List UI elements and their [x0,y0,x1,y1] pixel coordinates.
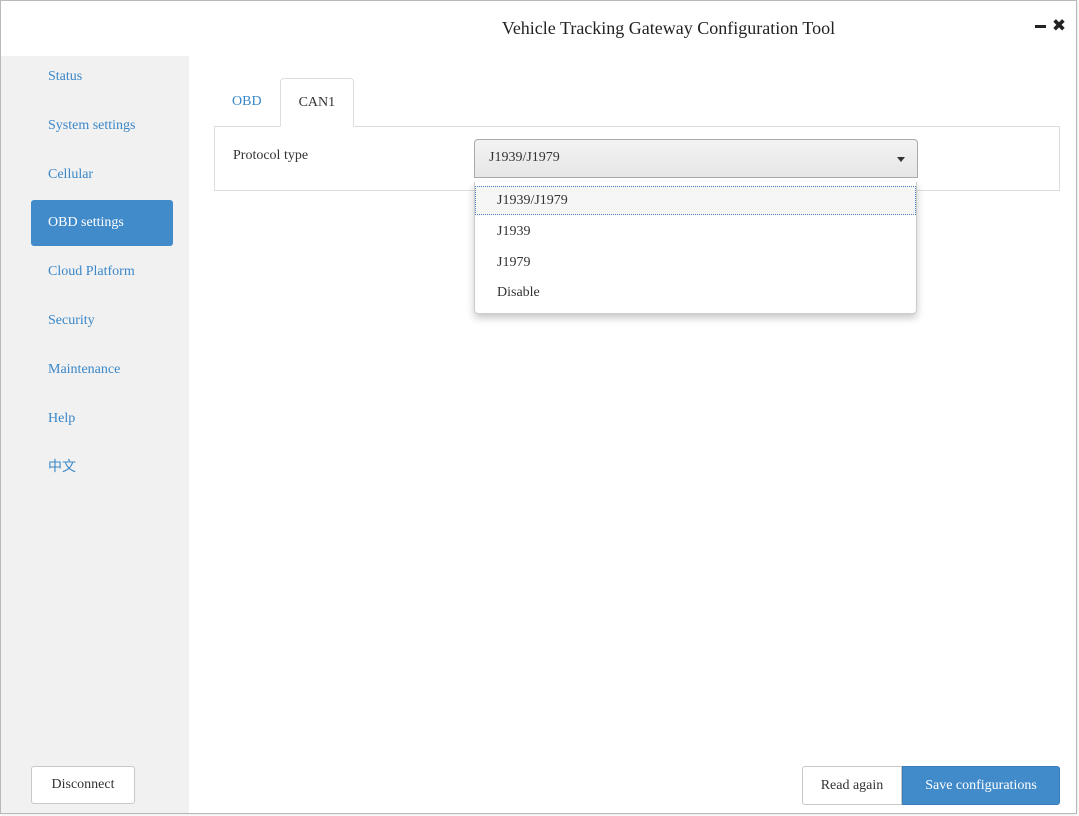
disconnect-button[interactable]: Disconnect [31,766,135,804]
protocol-dropdown-list: J1939/J1979 J1939 J1979 Disable [474,182,917,314]
sidebar-nav: Status System settings Cellular OBD sett… [31,56,173,493]
caret-down-icon [897,157,905,162]
option-j1939[interactable]: J1939 [475,217,916,246]
sidebar-item-maintenance[interactable]: Maintenance [31,347,173,393]
window-controls: ✖ [1033,15,1066,37]
read-again-button[interactable]: Read again [802,766,902,805]
main-content: OBD CAN1 Protocol type J1939/J1979 [189,56,1076,813]
protocol-type-value: J1939/J1979 [489,150,560,165]
tab-can1[interactable]: CAN1 [279,78,355,127]
window-title: Vehicle Tracking Gateway Configuration T… [501,18,836,38]
sidebar-item-obd-settings[interactable]: OBD settings [31,200,173,247]
sidebar-item-status[interactable]: Status [31,54,173,100]
option-j1939-j1979[interactable]: J1939/J1979 [475,186,916,215]
save-configurations-button[interactable]: Save configurations [902,766,1060,805]
close-icon[interactable]: ✖ [1052,15,1066,37]
tab-bar: OBD CAN1 [214,78,355,127]
sidebar-item-cloud-platform[interactable]: Cloud Platform [31,249,173,295]
protocol-type-select[interactable]: J1939/J1979 [474,139,918,178]
sidebar: Status System settings Cellular OBD sett… [1,56,189,813]
title-bar[interactable]: Vehicle Tracking Gateway Configuration T… [1,1,1076,56]
sidebar-item-help[interactable]: Help [31,396,173,442]
minimize-icon[interactable] [1033,15,1047,37]
option-j1979[interactable]: J1979 [475,248,916,277]
sidebar-item-security[interactable]: Security [31,298,173,344]
sidebar-item-system-settings[interactable]: System settings [31,103,173,149]
sidebar-item-language[interactable]: 中文 [31,444,173,490]
sidebar-item-cellular[interactable]: Cellular [31,152,173,198]
tab-obd[interactable]: OBD [214,78,280,126]
option-disable[interactable]: Disable [475,278,916,307]
protocol-type-label: Protocol type [233,148,309,163]
app-window: Vehicle Tracking Gateway Configuration T… [0,0,1077,814]
